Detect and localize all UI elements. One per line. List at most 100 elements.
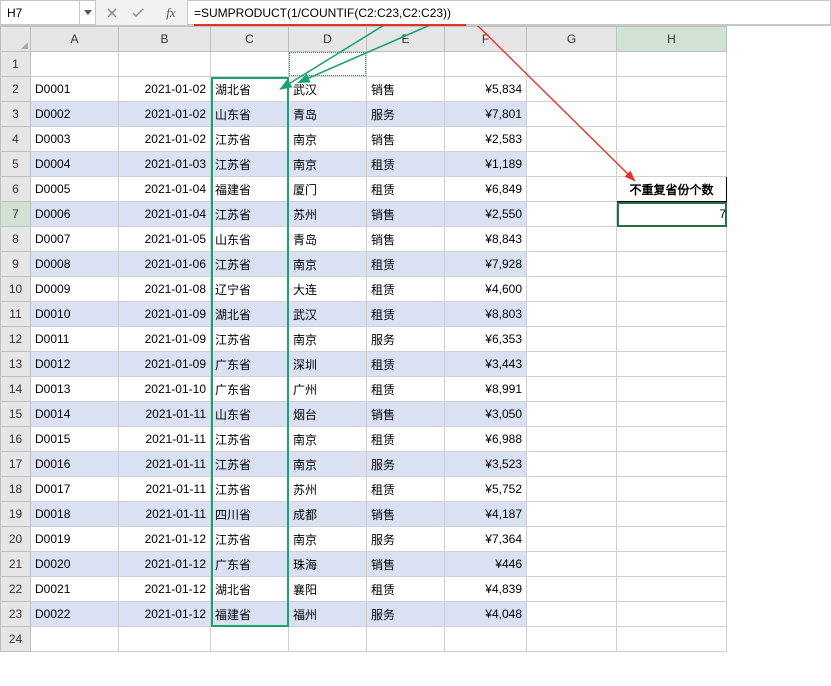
cell-H23[interactable] — [617, 602, 727, 627]
cell-A5[interactable]: D0004 — [31, 152, 119, 177]
cell-F10[interactable]: ¥4,600 — [445, 277, 527, 302]
cell-E19[interactable]: 销售 — [367, 502, 445, 527]
cell-B7[interactable]: 2021-01-04 — [119, 202, 211, 227]
cell-D4[interactable]: 南京 — [289, 127, 367, 152]
cell-C14[interactable]: 广东省 — [211, 377, 289, 402]
colhdr-C[interactable]: C — [211, 27, 289, 52]
colhdr-A[interactable]: A — [31, 27, 119, 52]
cell-E12[interactable]: 服务 — [367, 327, 445, 352]
cell-C10[interactable]: 辽宁省 — [211, 277, 289, 302]
rowhdr-23[interactable]: 23 — [1, 602, 31, 627]
rowhdr-10[interactable]: 10 — [1, 277, 31, 302]
cell-B3[interactable]: 2021-01-02 — [119, 102, 211, 127]
cell-G7[interactable] — [527, 202, 617, 227]
colhdr-E[interactable]: E — [367, 27, 445, 52]
cell-G14[interactable] — [527, 377, 617, 402]
cell-H19[interactable] — [617, 502, 727, 527]
cell-B8[interactable]: 2021-01-05 — [119, 227, 211, 252]
cell-H12[interactable] — [617, 327, 727, 352]
cell-G15[interactable] — [527, 402, 617, 427]
cell-F17[interactable]: ¥3,523 — [445, 452, 527, 477]
cell-A19[interactable]: D0018 — [31, 502, 119, 527]
cell-empty[interactable] — [367, 627, 445, 652]
cell-D22[interactable]: 襄阳 — [289, 577, 367, 602]
cell-F4[interactable]: ¥2,583 — [445, 127, 527, 152]
rowhdr-20[interactable]: 20 — [1, 527, 31, 552]
cell-F8[interactable]: ¥8,843 — [445, 227, 527, 252]
cell-G2[interactable] — [527, 77, 617, 102]
cell-H11[interactable] — [617, 302, 727, 327]
cell-C3[interactable]: 山东省 — [211, 102, 289, 127]
cell-H13[interactable] — [617, 352, 727, 377]
rowhdr-12[interactable]: 12 — [1, 327, 31, 352]
cell-B5[interactable]: 2021-01-03 — [119, 152, 211, 177]
cell-C15[interactable]: 山东省 — [211, 402, 289, 427]
insert-function-button[interactable]: fx — [159, 3, 183, 23]
cell-C5[interactable]: 江苏省 — [211, 152, 289, 177]
cell-B17[interactable]: 2021-01-11 — [119, 452, 211, 477]
cell-E13[interactable]: 租赁 — [367, 352, 445, 377]
cell-A20[interactable]: D0019 — [31, 527, 119, 552]
cell-G23[interactable] — [527, 602, 617, 627]
rowhdr-8[interactable]: 8 — [1, 227, 31, 252]
cell-A8[interactable]: D0007 — [31, 227, 119, 252]
name-box-dropdown[interactable] — [80, 0, 96, 25]
cell-G22[interactable] — [527, 577, 617, 602]
cell-A22[interactable]: D0021 — [31, 577, 119, 602]
cell-C13[interactable]: 广东省 — [211, 352, 289, 377]
cell-D18[interactable]: 苏州 — [289, 477, 367, 502]
cell-H17[interactable] — [617, 452, 727, 477]
cell-E21[interactable]: 销售 — [367, 552, 445, 577]
cell-H2[interactable] — [617, 77, 727, 102]
cancel-formula-button[interactable] — [100, 3, 124, 23]
colhdr-D[interactable]: D — [289, 27, 367, 52]
cell-G13[interactable] — [527, 352, 617, 377]
cell-D5[interactable]: 南京 — [289, 152, 367, 177]
cell-G19[interactable] — [527, 502, 617, 527]
cell-H1[interactable] — [617, 52, 727, 77]
cell-E16[interactable]: 租赁 — [367, 427, 445, 452]
cell-B4[interactable]: 2021-01-02 — [119, 127, 211, 152]
cell-A18[interactable]: D0017 — [31, 477, 119, 502]
rowhdr-22[interactable]: 22 — [1, 577, 31, 602]
cell-F16[interactable]: ¥6,988 — [445, 427, 527, 452]
cell-F18[interactable]: ¥5,752 — [445, 477, 527, 502]
data-header-cell[interactable]: 省份 — [211, 52, 289, 77]
cell-C17[interactable]: 江苏省 — [211, 452, 289, 477]
cell-B19[interactable]: 2021-01-11 — [119, 502, 211, 527]
cell-C2[interactable]: 湖北省 — [211, 77, 289, 102]
cell-A14[interactable]: D0013 — [31, 377, 119, 402]
cell-B15[interactable]: 2021-01-11 — [119, 402, 211, 427]
cell-E2[interactable]: 销售 — [367, 77, 445, 102]
cell-G5[interactable] — [527, 152, 617, 177]
select-all-corner[interactable] — [1, 27, 31, 52]
cell-D15[interactable]: 烟台 — [289, 402, 367, 427]
cell-E9[interactable]: 租赁 — [367, 252, 445, 277]
cell-A17[interactable]: D0016 — [31, 452, 119, 477]
rowhdr-21[interactable]: 21 — [1, 552, 31, 577]
cell-B22[interactable]: 2021-01-12 — [119, 577, 211, 602]
cell-C12[interactable]: 江苏省 — [211, 327, 289, 352]
cell-G21[interactable] — [527, 552, 617, 577]
cell-A7[interactable]: D0006 — [31, 202, 119, 227]
cell-empty[interactable] — [31, 627, 119, 652]
cell-empty[interactable] — [119, 627, 211, 652]
rowhdr-1[interactable]: 1 — [1, 52, 31, 77]
cell-C7[interactable]: 江苏省 — [211, 202, 289, 227]
cell-H18[interactable] — [617, 477, 727, 502]
colhdr-H[interactable]: H — [617, 27, 727, 52]
cell-B12[interactable]: 2021-01-09 — [119, 327, 211, 352]
rowhdr-2[interactable]: 2 — [1, 77, 31, 102]
cell-F2[interactable]: ¥5,834 — [445, 77, 527, 102]
cell-G9[interactable] — [527, 252, 617, 277]
data-header-cell[interactable]: 城市 — [289, 52, 367, 77]
cell-G8[interactable] — [527, 227, 617, 252]
cell-F20[interactable]: ¥7,364 — [445, 527, 527, 552]
cell-H20[interactable] — [617, 527, 727, 552]
cell-D23[interactable]: 福州 — [289, 602, 367, 627]
cell-C11[interactable]: 湖北省 — [211, 302, 289, 327]
cell-A4[interactable]: D0003 — [31, 127, 119, 152]
cell-empty[interactable] — [617, 627, 727, 652]
cell-E20[interactable]: 服务 — [367, 527, 445, 552]
cell-E3[interactable]: 服务 — [367, 102, 445, 127]
